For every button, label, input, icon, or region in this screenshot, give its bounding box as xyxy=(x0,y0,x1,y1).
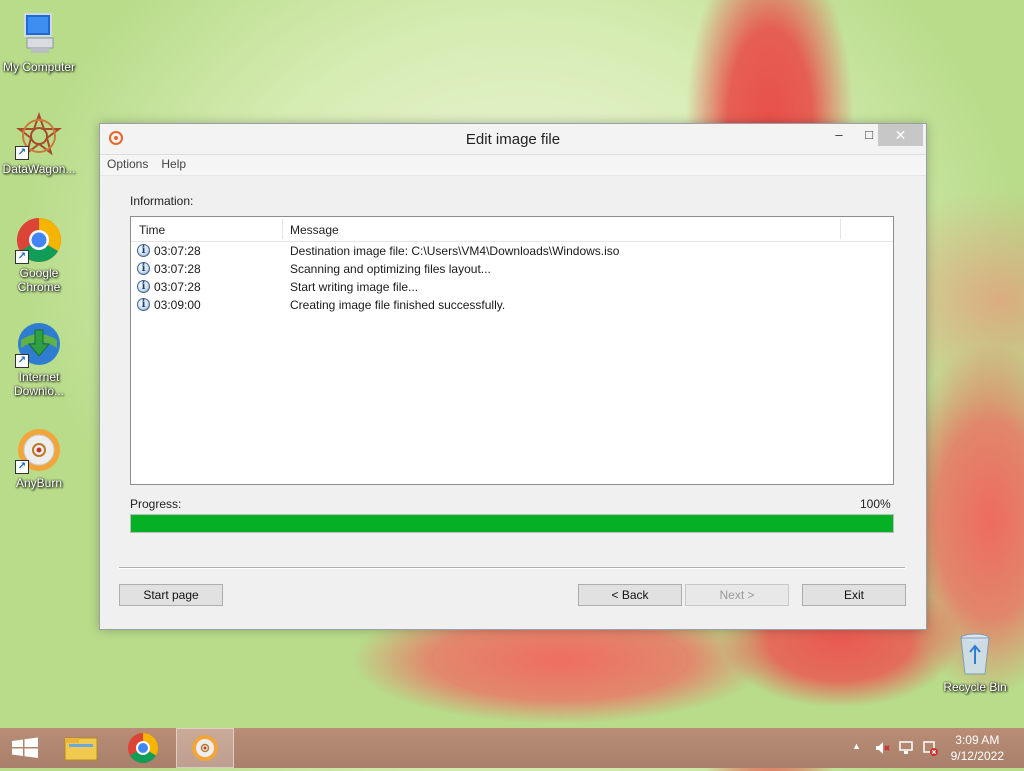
download-manager-icon: ↗ xyxy=(15,320,63,368)
progress-bar xyxy=(130,514,894,533)
computer-icon xyxy=(15,10,63,58)
desktop-icon-label: Google Chrome xyxy=(17,266,61,294)
progress-label: Progress: xyxy=(130,497,182,511)
desktop-icon-label: Internet Downlo... xyxy=(13,370,65,398)
desktop-icon-internet-download-manager[interactable]: ↗ Internet Downlo... xyxy=(1,320,77,398)
recycle-bin-icon xyxy=(951,630,999,678)
chrome-icon: ↗ xyxy=(15,216,63,264)
column-divider xyxy=(282,219,283,239)
taskbar-anyburn[interactable] xyxy=(176,728,234,768)
anyburn-disc-icon xyxy=(192,735,218,761)
log-time: 03:07:28 xyxy=(154,244,201,258)
log-row[interactable]: i 03:09:00 Creating image file finished … xyxy=(131,296,893,314)
system-tray: ▲ xyxy=(852,728,952,768)
column-divider xyxy=(840,219,841,239)
desktop-icon-google-chrome[interactable]: ↗ Google Chrome xyxy=(1,216,77,294)
start-page-button[interactable]: Start page xyxy=(119,584,223,606)
window-title: Edit image file xyxy=(465,131,561,148)
progress-percent: 100% xyxy=(860,497,891,511)
info-icon: i xyxy=(137,262,150,275)
log-message: Destination image file: C:\Users\VM4\Dow… xyxy=(290,244,620,258)
desktop-icon-recycle-bin[interactable]: Recycle Bin xyxy=(937,630,1013,694)
taskbar-file-explorer[interactable] xyxy=(52,728,110,768)
shortcut-arrow-icon: ↗ xyxy=(15,250,29,264)
exit-button[interactable]: Exit xyxy=(802,584,906,606)
desktop-icon-label: Recycle Bin xyxy=(943,680,1007,694)
desktop-icon-my-computer[interactable]: My Computer xyxy=(1,10,77,74)
desktop-icon-label: AnyBurn xyxy=(15,476,63,490)
info-icon: i xyxy=(137,244,150,257)
info-icon: i xyxy=(137,298,150,311)
desktop-icon-datawagon[interactable]: ↗ DataWagon... xyxy=(1,112,77,176)
clock[interactable]: 3:09 AM 9/12/2022 xyxy=(951,732,1004,764)
log-row[interactable]: i 03:07:28 Scanning and optimizing files… xyxy=(131,260,893,278)
menu-options[interactable]: Options xyxy=(100,155,154,171)
title-bar[interactable]: Edit image file – □ ✕ xyxy=(100,124,926,154)
taskbar: ▲ 3:09 AM 9/12/2022 xyxy=(0,728,1024,768)
log-message: Creating image file finished successfull… xyxy=(290,298,506,312)
taskbar-chrome[interactable] xyxy=(114,728,172,768)
close-button[interactable]: ✕ xyxy=(878,124,923,146)
clock-date: 9/12/2022 xyxy=(950,749,1004,763)
back-button[interactable]: < Back xyxy=(578,584,682,606)
information-label: Information: xyxy=(130,194,194,208)
folder-icon xyxy=(64,737,98,761)
network-icon[interactable] xyxy=(898,740,914,756)
log-message: Start writing image file... xyxy=(290,280,419,294)
column-header-time[interactable]: Time xyxy=(139,223,165,237)
clock-time: 3:09 AM xyxy=(955,733,1000,747)
edit-image-window: Edit image file – □ ✕ Options Help Inform… xyxy=(99,123,927,630)
anyburn-disc-icon: ↗ xyxy=(15,426,63,474)
log-header: Time Message xyxy=(131,217,893,242)
log-row[interactable]: i 03:07:28 Start writing image file... xyxy=(131,278,893,296)
next-button[interactable]: Next > xyxy=(685,584,789,606)
chrome-icon xyxy=(128,733,159,764)
menu-help[interactable]: Help xyxy=(154,155,192,171)
action-center-icon[interactable] xyxy=(922,740,938,756)
speaker-muted-icon[interactable] xyxy=(874,740,890,756)
progress-fill xyxy=(131,515,893,532)
column-header-message[interactable]: Message xyxy=(290,223,339,237)
desktop-icon-anyburn[interactable]: ↗ AnyBurn xyxy=(1,426,77,490)
log-list[interactable]: Time Message i 03:07:28 Destination imag… xyxy=(130,216,894,485)
desktop-icon-label: My Computer xyxy=(2,60,76,74)
divider xyxy=(119,567,905,569)
log-row[interactable]: i 03:07:28 Destination image file: C:\Us… xyxy=(131,242,893,260)
log-time: 03:09:00 xyxy=(154,298,201,312)
start-button[interactable] xyxy=(0,728,58,768)
chevron-up-icon[interactable]: ▲ xyxy=(852,741,861,751)
datawagon-icon: ↗ xyxy=(15,112,63,160)
shortcut-arrow-icon: ↗ xyxy=(15,354,29,368)
shortcut-arrow-icon: ↗ xyxy=(15,460,29,474)
minimize-button[interactable]: – xyxy=(824,124,854,146)
shortcut-arrow-icon: ↗ xyxy=(15,146,29,160)
windows-logo-icon xyxy=(12,737,38,758)
menu-bar: Options Help xyxy=(100,154,926,176)
log-time: 03:07:28 xyxy=(154,280,201,294)
info-icon: i xyxy=(137,280,150,293)
desktop-icon-label: DataWagon... xyxy=(2,162,76,176)
log-message: Scanning and optimizing files layout... xyxy=(290,262,491,276)
log-time: 03:07:28 xyxy=(154,262,201,276)
